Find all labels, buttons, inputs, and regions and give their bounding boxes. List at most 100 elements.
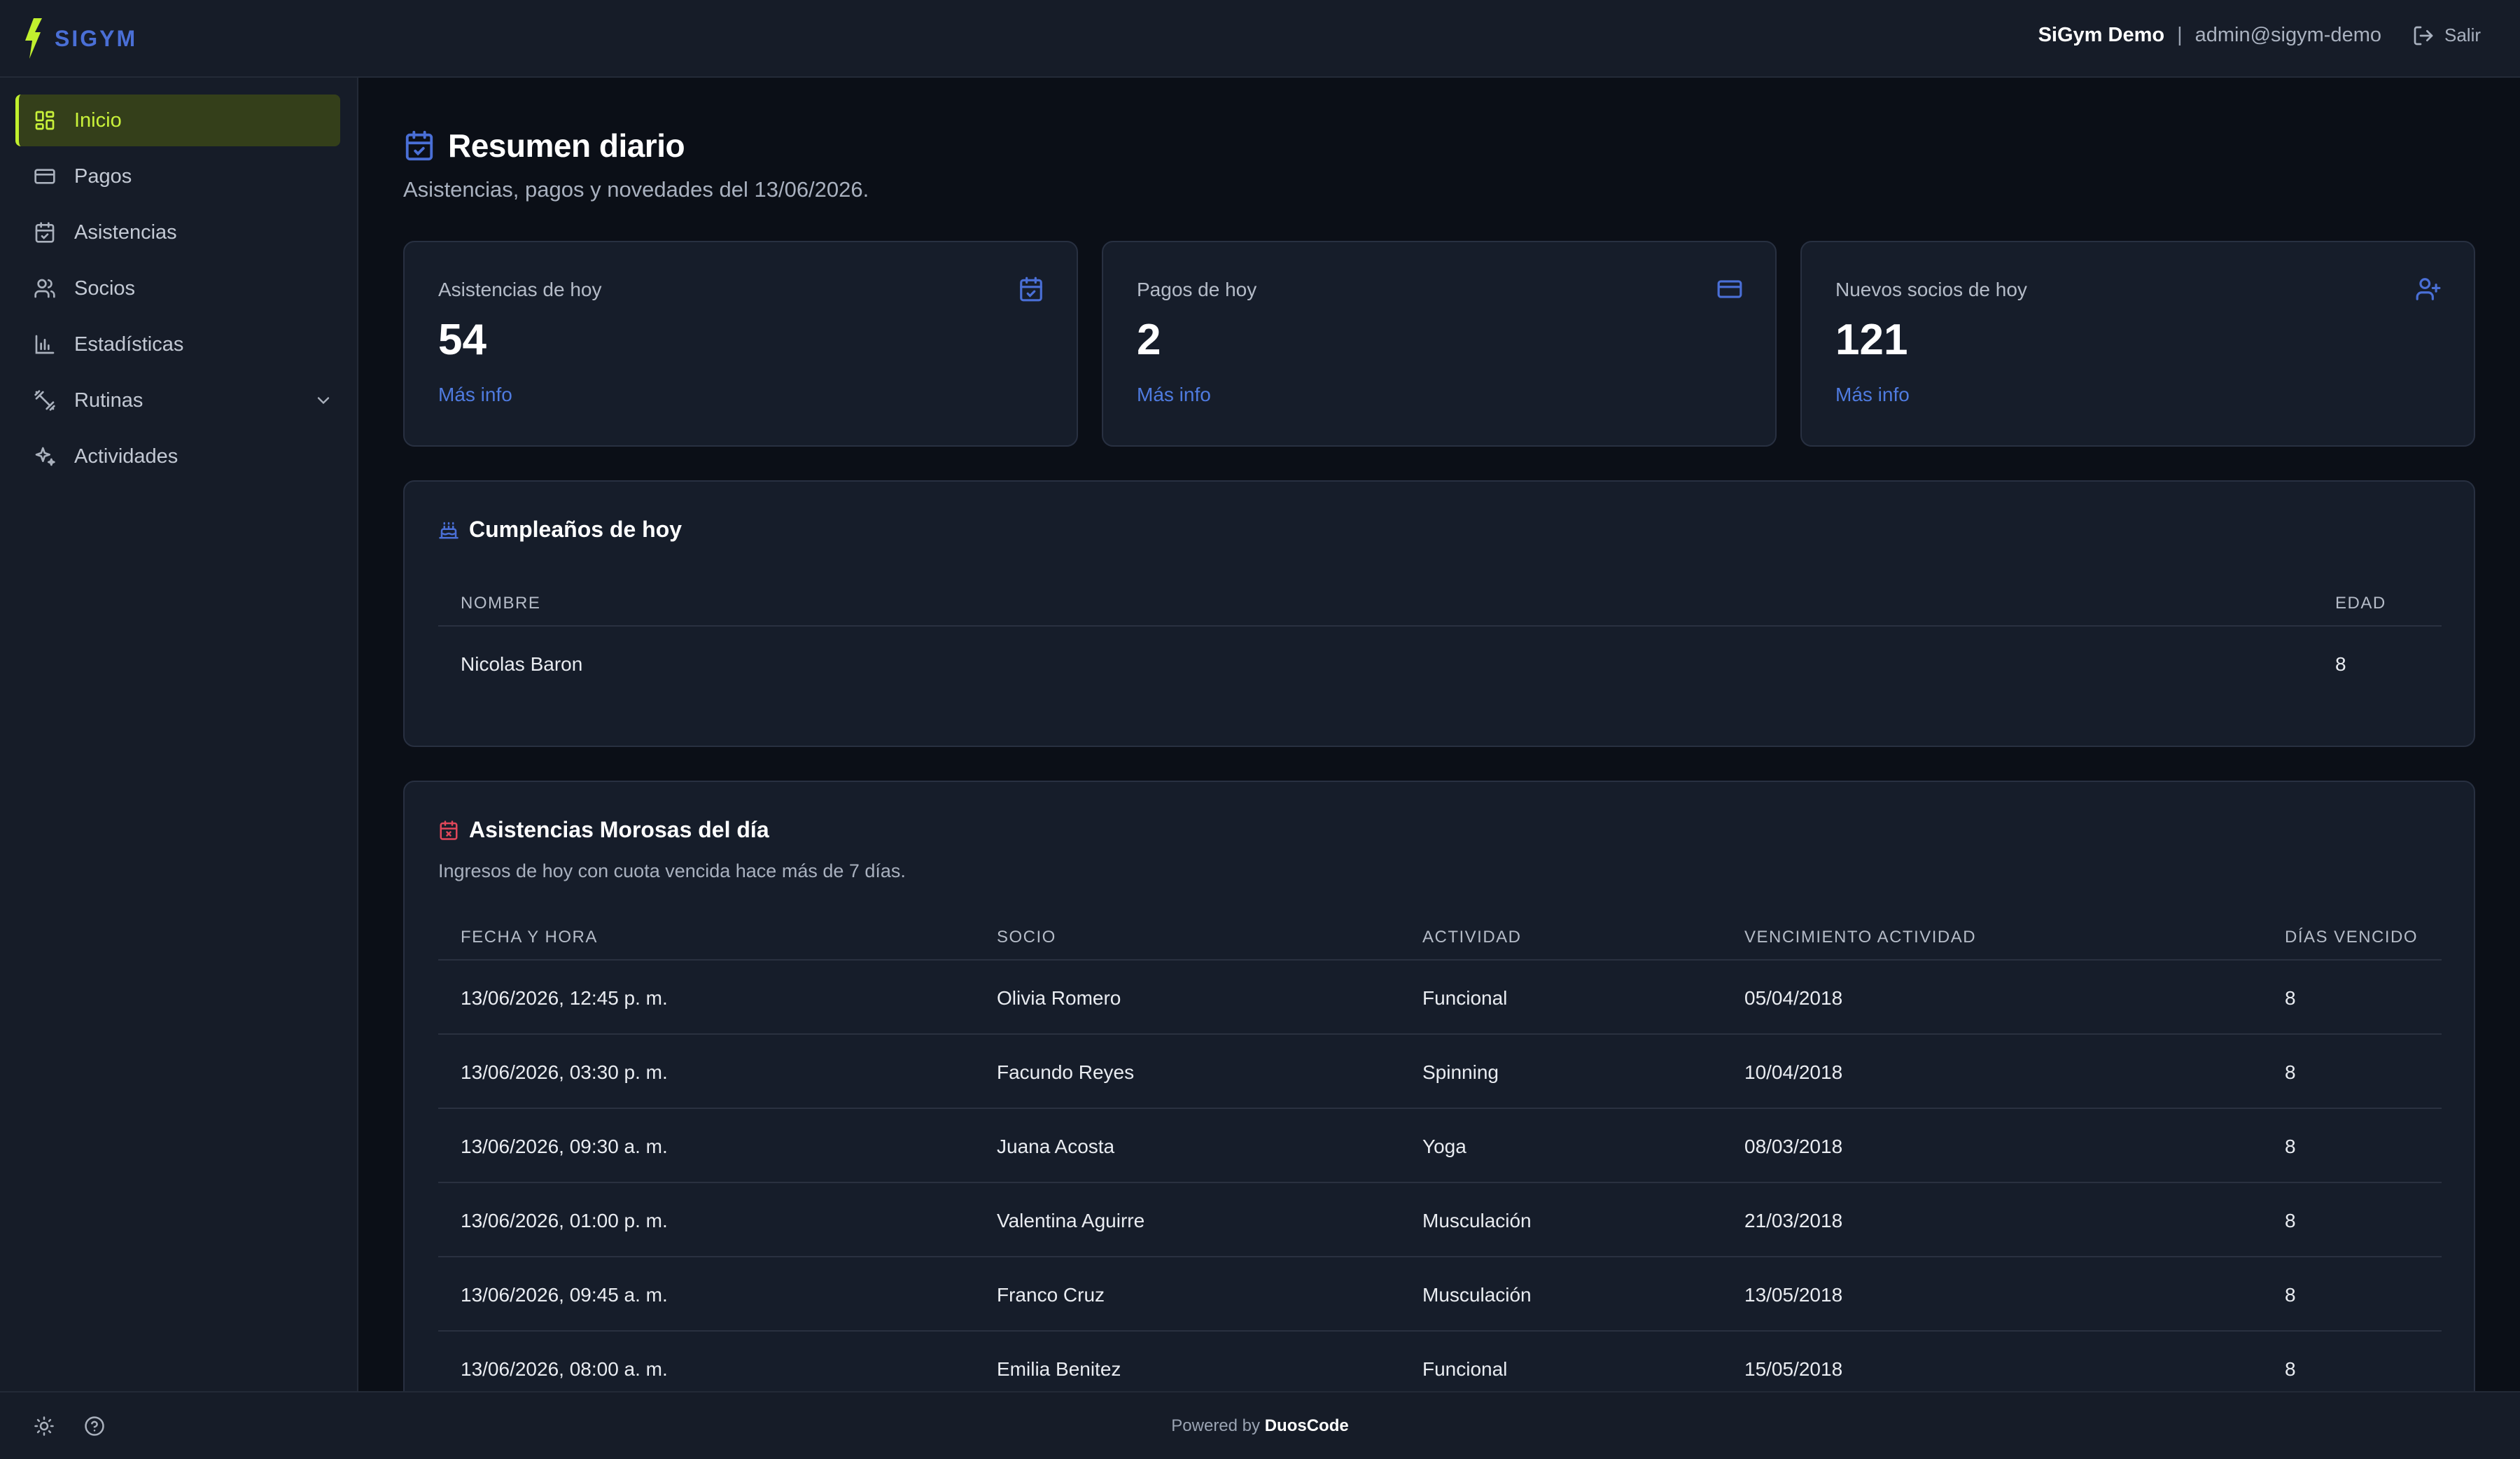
table-row[interactable]: 13/06/2026, 09:30 a. m. Juana Acosta Yog… — [438, 1109, 2442, 1183]
sidebar-item-label: Estadísticas — [74, 333, 184, 356]
user-plus-icon — [2415, 276, 2442, 302]
sidebar-item-asistencias[interactable]: Asistencias — [15, 207, 340, 258]
powered-brand[interactable]: DuosCode — [1265, 1416, 1349, 1435]
cell-activity: Funcional — [1422, 1358, 1508, 1380]
table-row[interactable]: Nicolas Baron 8 — [438, 627, 2442, 701]
user-separator: | — [2177, 24, 2183, 46]
sidebar-item-socios[interactable]: Socios — [15, 263, 340, 314]
stat-label: Pagos de hoy — [1137, 279, 1257, 300]
more-info-link[interactable]: Más info — [1137, 384, 1211, 406]
column-header-actividad: ACTIVIDAD — [1422, 928, 1522, 947]
sidebar-item-label: Rutinas — [74, 389, 144, 412]
table-header: FECHA Y HORA SOCIO ACTIVIDAD VENCIMIENTO… — [438, 912, 2442, 961]
table-header: NOMBRE EDAD — [438, 578, 2442, 627]
calendar-check-icon — [34, 221, 56, 244]
cell-days: 8 — [2285, 1210, 2296, 1231]
top-bar: SIGYM SiGym Demo | admin@sigym-demo Sali… — [0, 0, 2520, 78]
column-header-dias-vencido: DÍAS VENCIDO — [2285, 928, 2418, 947]
chevron-down-icon[interactable] — [314, 391, 333, 410]
sidebar-item-rutinas[interactable]: Rutinas — [15, 375, 340, 426]
table-row[interactable]: 13/06/2026, 12:45 p. m. Olivia Romero Fu… — [438, 961, 2442, 1035]
sidebar-item-estadisticas[interactable]: Estadísticas — [15, 319, 340, 370]
credit-card-icon — [34, 165, 56, 188]
cell-expiry: 15/05/2018 — [1744, 1358, 1843, 1380]
cell-datetime: 13/06/2026, 01:00 p. m. — [461, 1210, 668, 1231]
cell-member: Olivia Romero — [997, 987, 1121, 1009]
stat-card-nuevos-socios: Nuevos socios de hoy 121 Más info — [1800, 241, 2475, 447]
cell-days: 8 — [2285, 1136, 2296, 1157]
sparkles-icon — [34, 445, 56, 468]
overdue-header: Asistencias Morosas del día — [438, 817, 769, 843]
cell-member: Valentina Aguirre — [997, 1210, 1145, 1231]
cell-member: Franco Cruz — [997, 1284, 1105, 1306]
overdue-title: Asistencias Morosas del día — [469, 817, 769, 842]
column-header-vencimiento: VENCIMIENTO ACTIVIDAD — [1744, 928, 1977, 947]
sidebar-item-pagos[interactable]: Pagos — [15, 151, 340, 202]
birthdays-header: Cumpleaños de hoy — [438, 517, 682, 543]
column-header-fecha-hora: FECHA Y HORA — [461, 928, 598, 947]
cell-datetime: 13/06/2026, 12:45 p. m. — [461, 987, 668, 1009]
cell-days: 8 — [2285, 987, 2296, 1009]
logout-icon — [2412, 25, 2435, 47]
cell-age: 8 — [2335, 653, 2346, 675]
cell-member: Emilia Benitez — [997, 1358, 1121, 1380]
calendar-check-icon — [403, 130, 435, 162]
cell-activity: Funcional — [1422, 987, 1508, 1009]
table-row[interactable]: 13/06/2026, 08:00 a. m. Emilia Benitez F… — [438, 1332, 2442, 1391]
column-header-edad: EDAD — [2335, 594, 2386, 613]
brand-name: SIGYM — [55, 25, 138, 51]
page-subtitle: Asistencias, pagos y novedades del 13/06… — [403, 177, 869, 202]
table-row[interactable]: 13/06/2026, 01:00 p. m. Valentina Aguirr… — [438, 1183, 2442, 1257]
cell-datetime: 13/06/2026, 09:45 a. m. — [461, 1284, 668, 1306]
powered-prefix: Powered by — [1171, 1416, 1261, 1435]
sidebar-item-label: Actividades — [74, 445, 178, 468]
logout-button[interactable]: Salir — [2412, 25, 2481, 47]
column-header-nombre: NOMBRE — [461, 594, 541, 613]
birthdays-title: Cumpleaños de hoy — [469, 517, 682, 542]
more-info-link[interactable]: Más info — [438, 384, 512, 406]
stat-label: Nuevos socios de hoy — [1835, 279, 2027, 300]
overdue-subtitle: Ingresos de hoy con cuota vencida hace m… — [438, 860, 906, 881]
sidebar-item-label: Inicio — [74, 109, 122, 132]
cell-activity: Musculación — [1422, 1210, 1532, 1231]
sidebar-item-inicio[interactable]: Inicio — [15, 95, 340, 146]
users-icon — [34, 277, 56, 300]
more-info-link[interactable]: Más info — [1835, 384, 1910, 406]
stat-card-pagos: Pagos de hoy 2 Más info — [1102, 241, 1777, 447]
bar-chart-icon — [34, 333, 56, 356]
brand-logo[interactable]: SIGYM — [21, 18, 137, 59]
cell-days: 8 — [2285, 1284, 2296, 1306]
cell-activity: Yoga — [1422, 1136, 1466, 1157]
birthday-cake-icon — [438, 519, 459, 540]
stat-label: Asistencias de hoy — [438, 279, 602, 300]
stat-value: 54 — [438, 316, 486, 364]
cell-member: Juana Acosta — [997, 1136, 1115, 1157]
cell-days: 8 — [2285, 1358, 2296, 1380]
calendar-x-icon — [438, 820, 459, 841]
sidebar-item-label: Pagos — [74, 165, 132, 188]
stat-value: 2 — [1137, 316, 1161, 364]
cell-expiry: 10/04/2018 — [1744, 1061, 1843, 1083]
footer: Powered by DuosCode — [0, 1391, 2520, 1459]
user-email: admin@sigym-demo — [2194, 24, 2381, 46]
cell-days: 8 — [2285, 1061, 2296, 1083]
cell-datetime: 13/06/2026, 08:00 a. m. — [461, 1358, 668, 1380]
table-row[interactable]: 13/06/2026, 03:30 p. m. Facundo Reyes Sp… — [438, 1035, 2442, 1109]
cell-member: Facundo Reyes — [997, 1061, 1135, 1083]
sidebar: Inicio Pagos Asistencias Socios Estadíst… — [0, 78, 358, 1391]
user-name: SiGym Demo — [2038, 24, 2165, 46]
sidebar-item-actividades[interactable]: Actividades — [15, 431, 340, 482]
page-header: Resumen diario — [403, 127, 685, 165]
logout-label: Salir — [2444, 25, 2481, 46]
birthdays-panel: Cumpleaños de hoy NOMBRE EDAD Nicolas Ba… — [403, 480, 2475, 747]
stat-card-asistencias: Asistencias de hoy 54 Más info — [403, 241, 1078, 447]
column-header-socio: SOCIO — [997, 928, 1056, 947]
table-row[interactable]: 13/06/2026, 09:45 a. m. Franco Cruz Musc… — [438, 1257, 2442, 1332]
lightning-bolt-icon — [21, 18, 49, 59]
overdue-attendances-panel: Asistencias Morosas del día Ingresos de … — [403, 781, 2475, 1391]
credit-card-icon — [1716, 276, 1743, 302]
cell-activity: Musculación — [1422, 1284, 1532, 1306]
cell-expiry: 13/05/2018 — [1744, 1284, 1843, 1306]
dumbbell-icon — [34, 389, 56, 412]
cell-expiry: 08/03/2018 — [1744, 1136, 1843, 1157]
